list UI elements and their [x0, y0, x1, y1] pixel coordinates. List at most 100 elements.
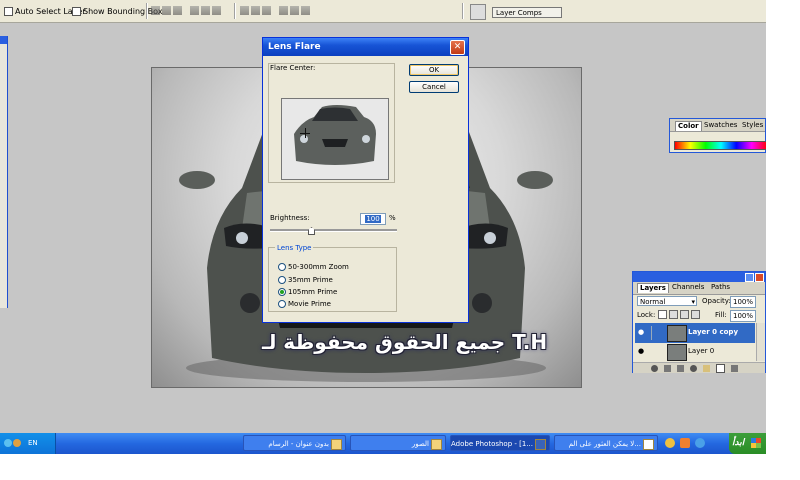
eye-icon[interactable]: ● — [638, 347, 644, 355]
layer-name: Layer 0 copy — [688, 328, 739, 336]
brightness-value: 100 — [365, 215, 381, 223]
add-mask-icon[interactable] — [677, 364, 684, 372]
row-divider — [651, 326, 652, 340]
lens-option-35mm[interactable]: 35mm Prime — [278, 276, 333, 284]
add-style-icon[interactable] — [664, 364, 671, 372]
toolbox-titlebar[interactable] — [0, 36, 7, 44]
distribute-top-icon[interactable] — [240, 6, 249, 15]
align-top-icon[interactable] — [151, 6, 160, 15]
taskbar-item-error[interactable]: لا يمكن العثور على الم... — [554, 435, 658, 451]
trash-icon[interactable] — [731, 364, 738, 372]
close-icon[interactable] — [755, 273, 764, 282]
photoshop-window: Auto Select Layer Show Bounding Box Laye… — [0, 0, 766, 454]
volume-icon[interactable] — [13, 439, 21, 447]
radio-icon[interactable] — [278, 300, 286, 308]
dialog-icon — [643, 439, 654, 450]
network-icon[interactable] — [4, 439, 12, 447]
lock-label: Lock: — [637, 311, 656, 319]
radio-icon[interactable] — [278, 263, 286, 271]
adjustment-layer-icon[interactable] — [690, 364, 697, 372]
start-arabic-mark: ابدأ — [732, 438, 745, 448]
layers-panel-titlebar[interactable] — [633, 272, 765, 282]
new-group-icon[interactable] — [703, 364, 710, 372]
distribute-bottom-icon[interactable] — [262, 6, 271, 15]
separator — [146, 3, 148, 19]
quick-launch — [665, 438, 705, 448]
palette-well-icon[interactable] — [470, 4, 486, 20]
flare-preview[interactable] — [281, 98, 389, 180]
blend-mode-select[interactable]: Normal ▾ — [637, 296, 697, 306]
layer-name: Layer 0 — [688, 347, 715, 355]
lens-option-movie[interactable]: Movie Prime — [278, 300, 331, 308]
left-mirror — [179, 171, 215, 189]
new-layer-icon[interactable] — [716, 363, 725, 373]
distribute-right-icon[interactable] — [301, 6, 310, 15]
toolbox-panel[interactable] — [0, 36, 8, 308]
tab-layers[interactable]: Layers — [637, 283, 669, 293]
lens-type-label: Lens Type — [275, 244, 314, 252]
radio-selected-icon[interactable] — [278, 288, 286, 296]
tab-color[interactable]: Color — [675, 121, 702, 131]
ok-button[interactable]: OK — [409, 64, 459, 76]
right-mirror — [517, 171, 553, 189]
lens-flare-dialog: Lens Flare ✕ Flare Center: OK Cancel Bri… — [262, 37, 469, 323]
layer-row-selected[interactable]: ● Layer 0 copy — [635, 323, 755, 343]
taskbar-item-label: لا يمكن العثور على الم... — [568, 440, 641, 448]
distribute-vcenter-icon[interactable] — [251, 6, 260, 15]
brightness-input[interactable]: 100 — [360, 213, 386, 225]
align-buttons — [151, 6, 221, 16]
link-icon[interactable] — [651, 364, 658, 372]
lock-image-icon[interactable] — [669, 310, 678, 319]
opacity-label: Opacity: — [702, 297, 731, 305]
color-ramp[interactable] — [674, 141, 766, 150]
eye-icon[interactable]: ● — [638, 328, 644, 336]
align-vcenter-icon[interactable] — [162, 6, 171, 15]
align-hcenter-icon[interactable] — [201, 6, 210, 15]
cancel-button[interactable]: Cancel — [409, 81, 459, 93]
align-bottom-icon[interactable] — [173, 6, 182, 15]
dialog-titlebar[interactable]: Lens Flare ✕ — [263, 38, 468, 56]
firefox-icon[interactable] — [680, 438, 690, 448]
lock-position-icon[interactable] — [680, 310, 689, 319]
layers-scrollbar[interactable] — [756, 323, 765, 361]
show-bounding-box-checkbox[interactable]: Show Bounding Box — [72, 5, 163, 17]
close-icon[interactable]: ✕ — [450, 40, 465, 55]
layer-row[interactable]: ● Layer 0 — [635, 343, 755, 361]
lock-all-icon[interactable] — [691, 310, 700, 319]
show-bounding-box-box[interactable] — [72, 6, 81, 16]
lock-buttons — [658, 310, 700, 319]
taskbar: EN بدون عنوان - الرسام الصور Adobe Photo… — [0, 433, 766, 454]
start-button[interactable]: ابدأ — [729, 433, 766, 454]
radio-icon[interactable] — [278, 276, 286, 284]
lens-option-105mm[interactable]: 105mm Prime — [278, 288, 337, 296]
tab-channels[interactable]: Channels — [670, 283, 706, 292]
ie-icon[interactable] — [695, 438, 705, 448]
language-indicator[interactable]: EN — [28, 439, 38, 447]
tab-paths[interactable]: Paths — [709, 283, 732, 292]
distribute-hcenter-icon[interactable] — [290, 6, 299, 15]
align-left-icon[interactable] — [190, 6, 199, 15]
tab-swatches[interactable]: Swatches — [702, 121, 739, 130]
distribute-left-icon[interactable] — [279, 6, 288, 15]
options-bar: Auto Select Layer Show Bounding Box Laye… — [0, 0, 766, 23]
align-right-icon[interactable] — [212, 6, 221, 15]
taskbar-item-label: بدون عنوان - الرسام — [268, 440, 329, 448]
taskbar-item-paint[interactable]: بدون عنوان - الرسام — [243, 435, 346, 451]
distribute-buttons — [240, 6, 310, 16]
right-foglight — [472, 293, 492, 313]
tab-styles[interactable]: Styles — [740, 121, 765, 130]
layers-footer — [633, 362, 765, 373]
taskbar-item-photoshop[interactable]: Adobe Photoshop - [1... — [450, 435, 550, 451]
auto-select-layer-box[interactable] — [4, 6, 13, 16]
lens-option-50-300mm[interactable]: 50-300mm Zoom — [278, 263, 349, 271]
fill-input[interactable]: 100% — [730, 310, 756, 322]
taskbar-item-pictures[interactable]: الصور — [350, 435, 446, 451]
minimize-icon[interactable] — [745, 273, 754, 282]
layer-comps-tab[interactable]: Layer Comps — [492, 7, 562, 18]
media-icon[interactable] — [665, 438, 675, 448]
crosshair-v — [305, 128, 306, 138]
brightness-slider-track[interactable] — [270, 229, 397, 232]
lock-transparency-icon[interactable] — [658, 310, 667, 319]
watermark-text: جميع الحقوق محفوظة لـ T.H — [262, 330, 548, 354]
opacity-input[interactable]: 100% — [730, 296, 756, 308]
